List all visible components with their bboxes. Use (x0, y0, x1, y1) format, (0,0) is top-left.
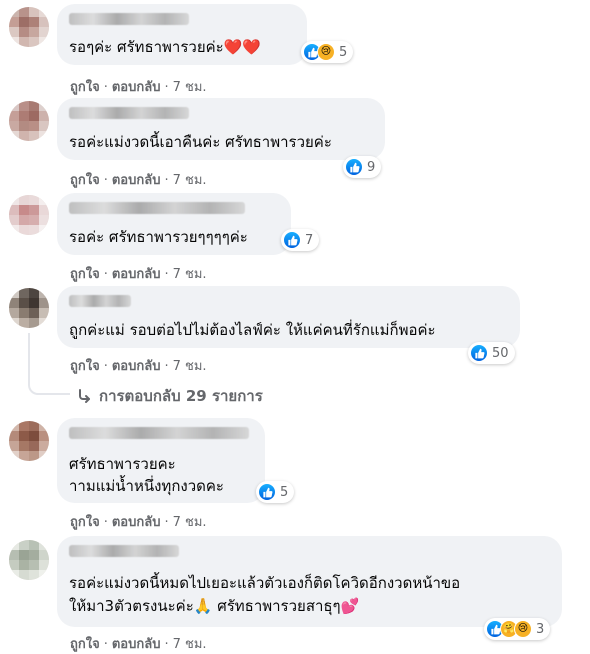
commenter-name-blurred[interactable] (69, 13, 189, 25)
comment-text-line-2: าามแม่น้ำหนึ่งทุกงวดคะ (69, 477, 224, 495)
avatar[interactable] (9, 195, 49, 235)
comment-bubble: ถูกค่ะแม่ รอบต่อไปไม่ต้องไลฟ์ค่ะ ให้แค่ค… (57, 286, 520, 348)
reaction-count: 5 (339, 44, 348, 60)
like-reaction-icon (345, 158, 363, 176)
comment-bubble: รอค่ะแม่งวดนี้เอาคืนค่ะ ศรัทธาพารวยค่ะ (57, 98, 385, 160)
separator-dot: · (164, 637, 169, 652)
commenter-name-blurred[interactable] (69, 202, 245, 214)
comment-text-line-2: ให้มา3ตัวตรงนะค่ะ🙏 ศรัทธาพารวยสาธุๆ💕 (69, 597, 360, 615)
comment-actions: ถูกใจ · ตอบกลับ · 7 ชม. (70, 511, 207, 532)
commenter-name-blurred[interactable] (69, 295, 131, 307)
reaction-summary[interactable]: 5 (256, 481, 295, 503)
avatar[interactable] (9, 288, 49, 328)
separator-dot: · (103, 515, 108, 530)
comment-timestamp[interactable]: 7 ชม. (173, 359, 207, 374)
separator-dot: · (164, 80, 169, 95)
commenter-name-blurred[interactable] (69, 107, 189, 119)
comment-actions: ถูกใจ · ตอบกลับ · 7 ชม. (70, 169, 207, 190)
comment-timestamp[interactable]: 7 ชม. (173, 80, 207, 95)
reaction-summary[interactable]: 50 (468, 342, 515, 364)
like-button[interactable]: ถูกใจ (70, 359, 100, 374)
comment-timestamp[interactable]: 7 ชม. (173, 637, 207, 652)
reply-button[interactable]: ตอบกลับ (112, 173, 161, 188)
reaction-count: 9 (367, 159, 376, 175)
reply-button[interactable]: ตอบกลับ (112, 637, 161, 652)
separator-dot: · (103, 80, 108, 95)
comment-text: รอค่ะ ศรัทธาพารวยๆๆๆๆค่ะ (69, 228, 248, 246)
separator-dot: · (164, 515, 169, 530)
avatar[interactable] (9, 101, 49, 141)
like-button[interactable]: ถูกใจ (70, 637, 100, 652)
avatar[interactable] (9, 7, 49, 47)
reaction-count: 3 (536, 621, 545, 637)
reaction-summary[interactable]: 9 (343, 156, 382, 178)
comment-bubble: ศรัทธาพารวยคะ าามแม่น้ำหนึ่งทุกงวดคะ (57, 418, 265, 503)
reaction-summary[interactable]: 7 (281, 229, 320, 251)
like-reaction-icon (258, 483, 276, 501)
reply-button[interactable]: ตอบกลับ (112, 515, 161, 530)
comment-text-line-1: รอค่ะแม่งวดนี้หมดไปเยอะแล้วตัวเองก็ติดโค… (69, 574, 461, 592)
comment-bubble: รอค่ะแม่งวดนี้หมดไปเยอะแล้วตัวเองก็ติดโค… (57, 536, 562, 627)
sad-reaction-icon: 😢 (514, 620, 532, 638)
comment-timestamp[interactable]: 7 ชม. (173, 515, 207, 530)
avatar[interactable] (9, 421, 49, 461)
commenter-name-blurred[interactable] (69, 545, 179, 557)
like-button[interactable]: ถูกใจ (70, 80, 100, 95)
commenter-name-blurred[interactable] (69, 427, 249, 439)
reply-thread-connector (28, 377, 70, 395)
view-replies-link[interactable]: การตอบกลับ 29 รายการ (77, 384, 263, 408)
reply-button[interactable]: ตอบกลับ (112, 267, 161, 282)
reply-arrow-icon (79, 389, 90, 403)
comment-text: รอๆค่ะ ศรัทธาพารวยค่ะ❤️❤️ (69, 38, 262, 56)
reaction-count: 7 (305, 232, 314, 248)
comment-text: ถูกค่ะแม่ รอบต่อไปไม่ต้องไลฟ์ค่ะ ให้แค่ค… (69, 321, 436, 339)
like-button[interactable]: ถูกใจ (70, 267, 100, 282)
like-button[interactable]: ถูกใจ (70, 173, 100, 188)
separator-dot: · (103, 267, 108, 282)
like-reaction-icon (470, 344, 488, 362)
separator-dot: · (164, 173, 169, 188)
comment-actions: ถูกใจ · ตอบกลับ · 7 ชม. (70, 76, 207, 97)
separator-dot: · (103, 637, 108, 652)
comment-text: รอค่ะแม่งวดนี้เอาคืนค่ะ ศรัทธาพารวยค่ะ (69, 133, 332, 151)
avatar[interactable] (9, 540, 49, 580)
reply-button[interactable]: ตอบกลับ (112, 80, 161, 95)
reply-button[interactable]: ตอบกลับ (112, 359, 161, 374)
comment-bubble: รอค่ะ ศรัทธาพารวยๆๆๆๆค่ะ (57, 193, 291, 255)
reaction-summary[interactable]: 🤗 😢 3 (484, 618, 551, 640)
view-replies-label: การตอบกลับ 29 รายการ (99, 387, 263, 405)
comment-text-line-1: ศรัทธาพารวยคะ (69, 455, 176, 473)
separator-dot: · (164, 267, 169, 282)
reaction-summary[interactable]: 😢 5 (301, 41, 354, 63)
separator-dot: · (103, 359, 108, 374)
comment-timestamp[interactable]: 7 ชม. (173, 173, 207, 188)
separator-dot: · (164, 359, 169, 374)
separator-dot: · (103, 173, 108, 188)
reaction-count: 5 (280, 484, 289, 500)
comment-actions: ถูกใจ · ตอบกลับ · 7 ชม. (70, 355, 207, 376)
comment-timestamp[interactable]: 7 ชม. (173, 267, 207, 282)
like-button[interactable]: ถูกใจ (70, 515, 100, 530)
sad-reaction-icon: 😢 (317, 43, 335, 61)
reaction-count: 50 (492, 345, 509, 361)
comment-bubble: รอๆค่ะ ศรัทธาพารวยค่ะ❤️❤️ (57, 4, 307, 65)
comment-actions: ถูกใจ · ตอบกลับ · 7 ชม. (70, 263, 207, 284)
reply-thread-line (28, 333, 30, 377)
like-reaction-icon (283, 231, 301, 249)
